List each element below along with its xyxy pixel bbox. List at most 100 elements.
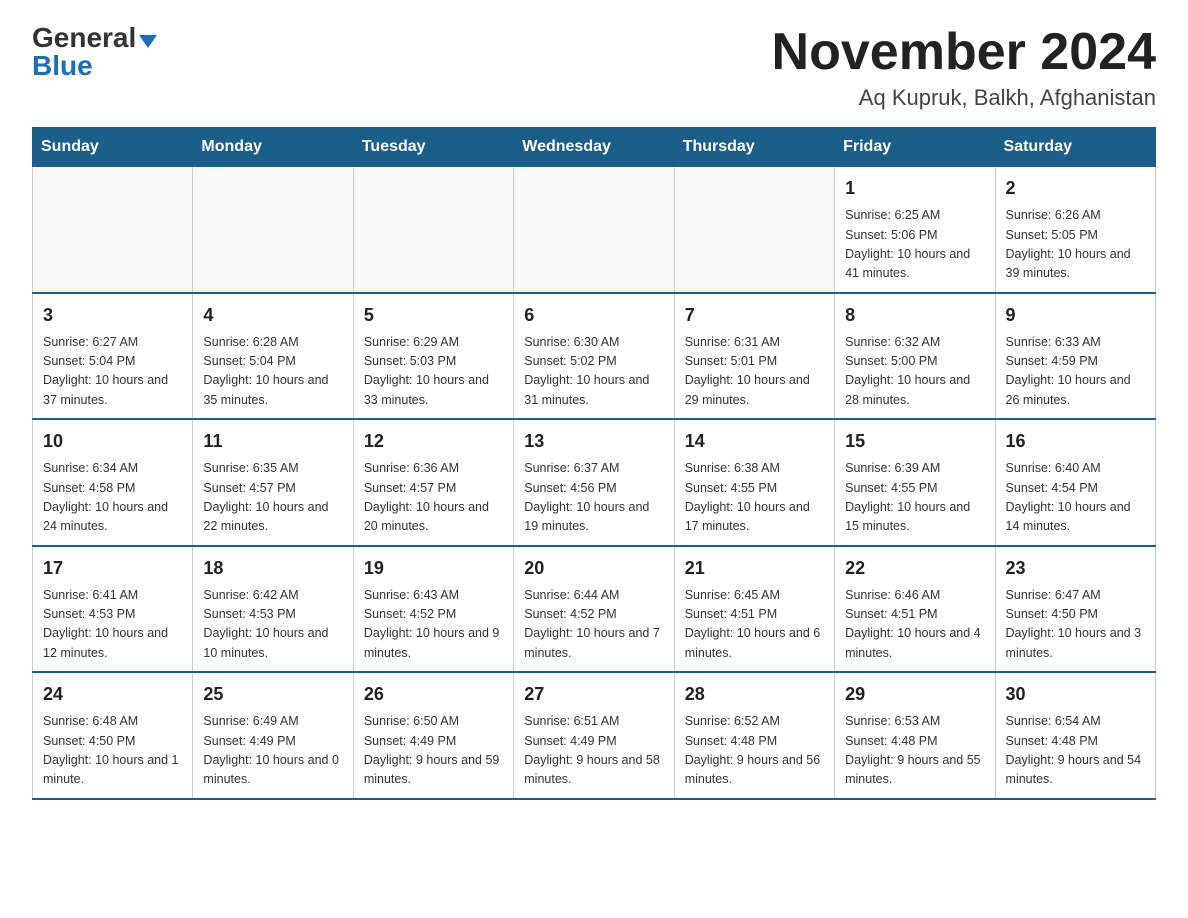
- day-number: 3: [43, 302, 182, 329]
- calendar-cell: [193, 167, 353, 293]
- day-info: Sunrise: 6:35 AMSunset: 4:57 PMDaylight:…: [203, 459, 342, 537]
- calendar-cell: [674, 167, 834, 293]
- calendar-body: 1 Sunrise: 6:25 AMSunset: 5:06 PMDaylight…: [33, 167, 1156, 799]
- calendar-cell: 29 Sunrise: 6:53 AMSunset: 4:48 PMDayligh…: [835, 672, 995, 799]
- day-number: 19: [364, 555, 503, 582]
- day-info: Sunrise: 6:50 AMSunset: 4:49 PMDaylight:…: [364, 712, 503, 790]
- day-number: 16: [1006, 428, 1145, 455]
- calendar-cell: 25 Sunrise: 6:49 AMSunset: 4:49 PMDayligh…: [193, 672, 353, 799]
- month-title: November 2024: [772, 24, 1156, 81]
- calendar-cell: 23 Sunrise: 6:47 AMSunset: 4:50 PMDayligh…: [995, 546, 1155, 673]
- calendar-cell: 4 Sunrise: 6:28 AMSunset: 5:04 PMDaylight…: [193, 293, 353, 420]
- calendar-cell: 2 Sunrise: 6:26 AMSunset: 5:05 PMDaylight…: [995, 167, 1155, 293]
- calendar-week-row: 24 Sunrise: 6:48 AMSunset: 4:50 PMDayligh…: [33, 672, 1156, 799]
- day-info: Sunrise: 6:25 AMSunset: 5:06 PMDaylight:…: [845, 206, 984, 284]
- calendar-cell: 19 Sunrise: 6:43 AMSunset: 4:52 PMDayligh…: [353, 546, 513, 673]
- day-number: 22: [845, 555, 984, 582]
- day-info: Sunrise: 6:36 AMSunset: 4:57 PMDaylight:…: [364, 459, 503, 537]
- weekday-header-monday: Monday: [193, 128, 353, 167]
- day-number: 27: [524, 681, 663, 708]
- calendar-cell: 7 Sunrise: 6:31 AMSunset: 5:01 PMDaylight…: [674, 293, 834, 420]
- day-number: 29: [845, 681, 984, 708]
- calendar-cell: 21 Sunrise: 6:45 AMSunset: 4:51 PMDayligh…: [674, 546, 834, 673]
- day-info: Sunrise: 6:31 AMSunset: 5:01 PMDaylight:…: [685, 333, 824, 411]
- day-info: Sunrise: 6:33 AMSunset: 4:59 PMDaylight:…: [1006, 333, 1145, 411]
- calendar-cell: [33, 167, 193, 293]
- weekday-header-saturday: Saturday: [995, 128, 1155, 167]
- day-info: Sunrise: 6:40 AMSunset: 4:54 PMDaylight:…: [1006, 459, 1145, 537]
- day-info: Sunrise: 6:43 AMSunset: 4:52 PMDaylight:…: [364, 586, 503, 664]
- calendar-cell: 27 Sunrise: 6:51 AMSunset: 4:49 PMDayligh…: [514, 672, 674, 799]
- calendar-cell: 24 Sunrise: 6:48 AMSunset: 4:50 PMDayligh…: [33, 672, 193, 799]
- day-info: Sunrise: 6:32 AMSunset: 5:00 PMDaylight:…: [845, 333, 984, 411]
- day-number: 7: [685, 302, 824, 329]
- day-info: Sunrise: 6:46 AMSunset: 4:51 PMDaylight:…: [845, 586, 984, 664]
- day-info: Sunrise: 6:54 AMSunset: 4:48 PMDaylight:…: [1006, 712, 1145, 790]
- calendar-cell: [353, 167, 513, 293]
- calendar-cell: 6 Sunrise: 6:30 AMSunset: 5:02 PMDaylight…: [514, 293, 674, 420]
- calendar-cell: 20Sunrise: 6:44 AMSunset: 4:52 PMDayligh…: [514, 546, 674, 673]
- calendar-cell: 17Sunrise: 6:41 AMSunset: 4:53 PMDayligh…: [33, 546, 193, 673]
- day-info: Sunrise: 6:45 AMSunset: 4:51 PMDaylight:…: [685, 586, 824, 664]
- logo-triangle-icon: [139, 35, 157, 48]
- day-number: 25: [203, 681, 342, 708]
- calendar-cell: 1 Sunrise: 6:25 AMSunset: 5:06 PMDaylight…: [835, 167, 995, 293]
- day-number: 4: [203, 302, 342, 329]
- day-info: Sunrise: 6:47 AMSunset: 4:50 PMDaylight:…: [1006, 586, 1145, 664]
- day-number: 18: [203, 555, 342, 582]
- day-info: Sunrise: 6:41 AMSunset: 4:53 PMDaylight:…: [43, 586, 182, 664]
- day-info: Sunrise: 6:39 AMSunset: 4:55 PMDaylight:…: [845, 459, 984, 537]
- day-number: 13: [524, 428, 663, 455]
- calendar-cell: 18Sunrise: 6:42 AMSunset: 4:53 PMDayligh…: [193, 546, 353, 673]
- title-block: November 2024 Aq Kupruk, Balkh, Afghanis…: [772, 24, 1156, 111]
- weekday-header-thursday: Thursday: [674, 128, 834, 167]
- day-info: Sunrise: 6:49 AMSunset: 4:49 PMDaylight:…: [203, 712, 342, 790]
- day-number: 1: [845, 175, 984, 202]
- day-number: 23: [1006, 555, 1145, 582]
- day-info: Sunrise: 6:34 AMSunset: 4:58 PMDaylight:…: [43, 459, 182, 537]
- calendar-cell: [514, 167, 674, 293]
- day-number: 2: [1006, 175, 1145, 202]
- day-number: 10: [43, 428, 182, 455]
- day-number: 11: [203, 428, 342, 455]
- weekday-header-sunday: Sunday: [33, 128, 193, 167]
- calendar-week-row: 3 Sunrise: 6:27 AMSunset: 5:04 PMDaylight…: [33, 293, 1156, 420]
- day-info: Sunrise: 6:29 AMSunset: 5:03 PMDaylight:…: [364, 333, 503, 411]
- day-number: 14: [685, 428, 824, 455]
- calendar-cell: 10 Sunrise: 6:34 AMSunset: 4:58 PMDayligh…: [33, 419, 193, 546]
- weekday-header-row: SundayMondayTuesdayWednesdayThursdayFrid…: [33, 128, 1156, 167]
- day-info: Sunrise: 6:26 AMSunset: 5:05 PMDaylight:…: [1006, 206, 1145, 284]
- day-number: 15: [845, 428, 984, 455]
- calendar-cell: 22 Sunrise: 6:46 AMSunset: 4:51 PMDayligh…: [835, 546, 995, 673]
- weekday-header-friday: Friday: [835, 128, 995, 167]
- day-number: 24: [43, 681, 182, 708]
- calendar-cell: 9 Sunrise: 6:33 AMSunset: 4:59 PMDaylight…: [995, 293, 1155, 420]
- day-info: Sunrise: 6:52 AMSunset: 4:48 PMDaylight:…: [685, 712, 824, 790]
- day-number: 30: [1006, 681, 1145, 708]
- day-info: Sunrise: 6:53 AMSunset: 4:48 PMDaylight:…: [845, 712, 984, 790]
- day-number: 26: [364, 681, 503, 708]
- calendar-cell: 12Sunrise: 6:36 AMSunset: 4:57 PMDayligh…: [353, 419, 513, 546]
- day-number: 21: [685, 555, 824, 582]
- logo-general-text: General: [32, 24, 136, 52]
- day-info: Sunrise: 6:48 AMSunset: 4:50 PMDaylight:…: [43, 712, 182, 790]
- day-number: 5: [364, 302, 503, 329]
- calendar-cell: 5 Sunrise: 6:29 AMSunset: 5:03 PMDaylight…: [353, 293, 513, 420]
- day-info: Sunrise: 6:51 AMSunset: 4:49 PMDaylight:…: [524, 712, 663, 790]
- calendar-cell: 11 Sunrise: 6:35 AMSunset: 4:57 PMDayligh…: [193, 419, 353, 546]
- day-info: Sunrise: 6:30 AMSunset: 5:02 PMDaylight:…: [524, 333, 663, 411]
- calendar-cell: 13 Sunrise: 6:37 AMSunset: 4:56 PMDayligh…: [514, 419, 674, 546]
- day-number: 6: [524, 302, 663, 329]
- day-info: Sunrise: 6:28 AMSunset: 5:04 PMDaylight:…: [203, 333, 342, 411]
- weekday-header-wednesday: Wednesday: [514, 128, 674, 167]
- calendar-cell: 30 Sunrise: 6:54 AMSunset: 4:48 PMDayligh…: [995, 672, 1155, 799]
- day-number: 9: [1006, 302, 1145, 329]
- day-info: Sunrise: 6:27 AMSunset: 5:04 PMDaylight:…: [43, 333, 182, 411]
- calendar-week-row: 17Sunrise: 6:41 AMSunset: 4:53 PMDayligh…: [33, 546, 1156, 673]
- page-header: General Blue November 2024 Aq Kupruk, Ba…: [32, 24, 1156, 111]
- calendar-cell: 15 Sunrise: 6:39 AMSunset: 4:55 PMDayligh…: [835, 419, 995, 546]
- calendar-cell: 16 Sunrise: 6:40 AMSunset: 4:54 PMDayligh…: [995, 419, 1155, 546]
- day-info: Sunrise: 6:38 AMSunset: 4:55 PMDaylight:…: [685, 459, 824, 537]
- calendar-cell: 26 Sunrise: 6:50 AMSunset: 4:49 PMDayligh…: [353, 672, 513, 799]
- day-info: Sunrise: 6:37 AMSunset: 4:56 PMDaylight:…: [524, 459, 663, 537]
